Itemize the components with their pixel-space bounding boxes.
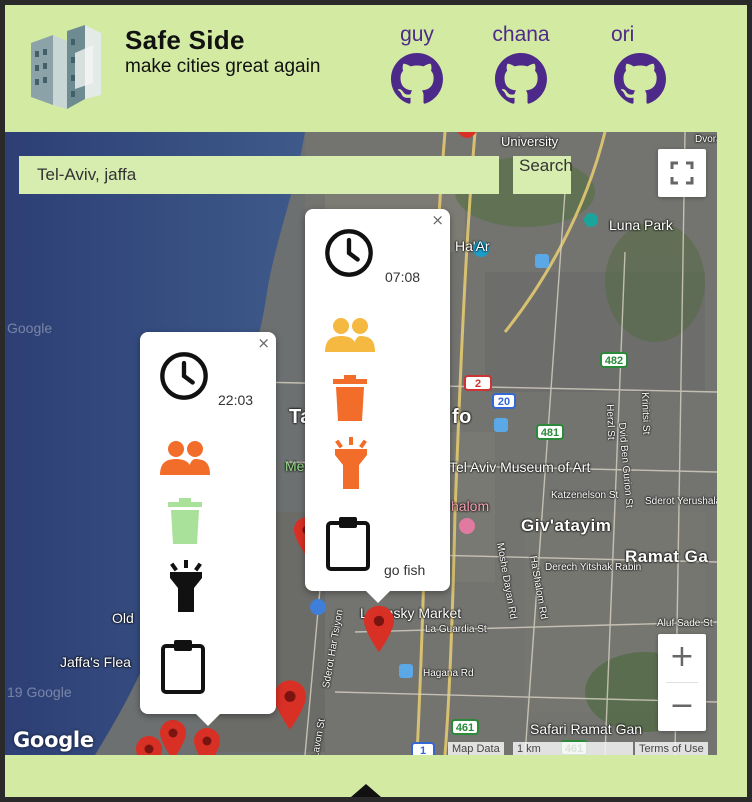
github-icon[interactable]	[614, 53, 666, 105]
developer-name[interactable]: ori	[605, 23, 675, 47]
close-icon[interactable]: ×	[257, 334, 270, 352]
location-pin[interactable]	[454, 132, 480, 138]
clock-icon	[160, 352, 208, 400]
clipboard-icon	[161, 640, 205, 694]
map-watermark: Google	[7, 320, 53, 336]
map-label: Aluf Sade St	[657, 618, 713, 629]
developer-name[interactable]: guy	[382, 23, 452, 47]
terms-of-use-link[interactable]: Terms of Use	[635, 742, 708, 755]
map-label: Giv'atayim	[521, 516, 612, 535]
close-icon[interactable]: ×	[431, 211, 444, 229]
map-label: Dvora	[695, 134, 717, 145]
fullscreen-button[interactable]	[658, 149, 706, 197]
developer-guy[interactable]: guy	[382, 23, 452, 105]
map-label: Jaffa's Flea	[60, 654, 131, 670]
map-data-link[interactable]: Map Data	[448, 742, 504, 755]
map-label: Old	[112, 610, 134, 626]
safe-side-logo	[31, 25, 101, 109]
people-icon	[160, 441, 210, 475]
app-frame: Safe Side make cities great again guy ch…	[0, 0, 752, 802]
location-pin[interactable]	[364, 605, 394, 653]
collapse-arrow-icon[interactable]	[351, 784, 381, 797]
map-watermark: 19 Google	[7, 684, 72, 700]
developer-name[interactable]: chana	[486, 23, 556, 47]
search-button[interactable]: Search	[513, 156, 573, 194]
incident-note: go fish	[384, 562, 426, 578]
fullscreen-icon	[670, 161, 694, 185]
flashlight-icon	[335, 437, 367, 489]
road-badge: 2	[475, 378, 481, 390]
trash-icon	[333, 375, 367, 421]
app-title: Safe Side	[125, 25, 245, 55]
road-badge: 482	[605, 355, 623, 367]
map-label: University	[501, 134, 559, 149]
map-label: Sderot Yerushala	[645, 496, 717, 507]
github-icon[interactable]	[495, 53, 547, 105]
app-subtitle: make cities great again	[125, 56, 321, 77]
map-label: Hagana Rd	[423, 668, 474, 679]
map-scale: 1 km	[513, 742, 633, 755]
clipboard-icon	[326, 517, 370, 571]
location-pin[interactable]	[133, 736, 165, 755]
map-label: Derech Yitshak Rabin	[545, 562, 642, 573]
zoom-in-button[interactable]: +	[658, 634, 706, 682]
developer-ori[interactable]: ori	[605, 23, 675, 105]
road-badge: 481	[541, 427, 559, 439]
scale-label: 1 km	[517, 743, 541, 755]
info-window-right: × 07:08 go fish	[305, 209, 450, 603]
map-label: halom	[451, 498, 490, 514]
developer-chana[interactable]: chana	[486, 23, 556, 105]
location-pin[interactable]	[274, 680, 306, 730]
clock-icon	[325, 229, 373, 277]
road-badge: 20	[498, 396, 510, 408]
map-label: fo	[452, 406, 472, 428]
people-icon	[325, 318, 375, 352]
zoom-control: + −	[658, 634, 706, 731]
map-label: Herzl St	[604, 404, 617, 440]
search-input[interactable]: Tel-Aviv, jaffa	[19, 156, 499, 194]
location-pin[interactable]	[191, 728, 223, 755]
map-label: La Guardia St	[425, 624, 487, 635]
flashlight-icon	[170, 560, 202, 612]
map-label: Krinitsi St	[639, 392, 652, 435]
map-label: Luna Park	[609, 217, 673, 233]
info-window-left: × 22:03	[140, 332, 276, 726]
zoom-out-button[interactable]: −	[658, 683, 706, 731]
incident-time: 22:03	[218, 392, 254, 408]
map-view[interactable]: 2 20 481 482 461 1 461	[5, 132, 717, 755]
google-logo: Google	[13, 728, 94, 752]
map-label: Katzenelson St	[551, 490, 619, 501]
map-label: Me	[285, 458, 305, 474]
road-badge: 461	[456, 722, 474, 734]
map-label: Safari Ramat Gan	[530, 721, 643, 737]
road-badge: 1	[420, 745, 426, 755]
map-label: Ha'Ar	[455, 238, 490, 254]
github-icon[interactable]	[391, 53, 443, 105]
incident-time: 07:08	[385, 269, 421, 285]
map-label: Tel Aviv Museum of Art	[449, 459, 591, 475]
trash-icon	[168, 498, 202, 544]
